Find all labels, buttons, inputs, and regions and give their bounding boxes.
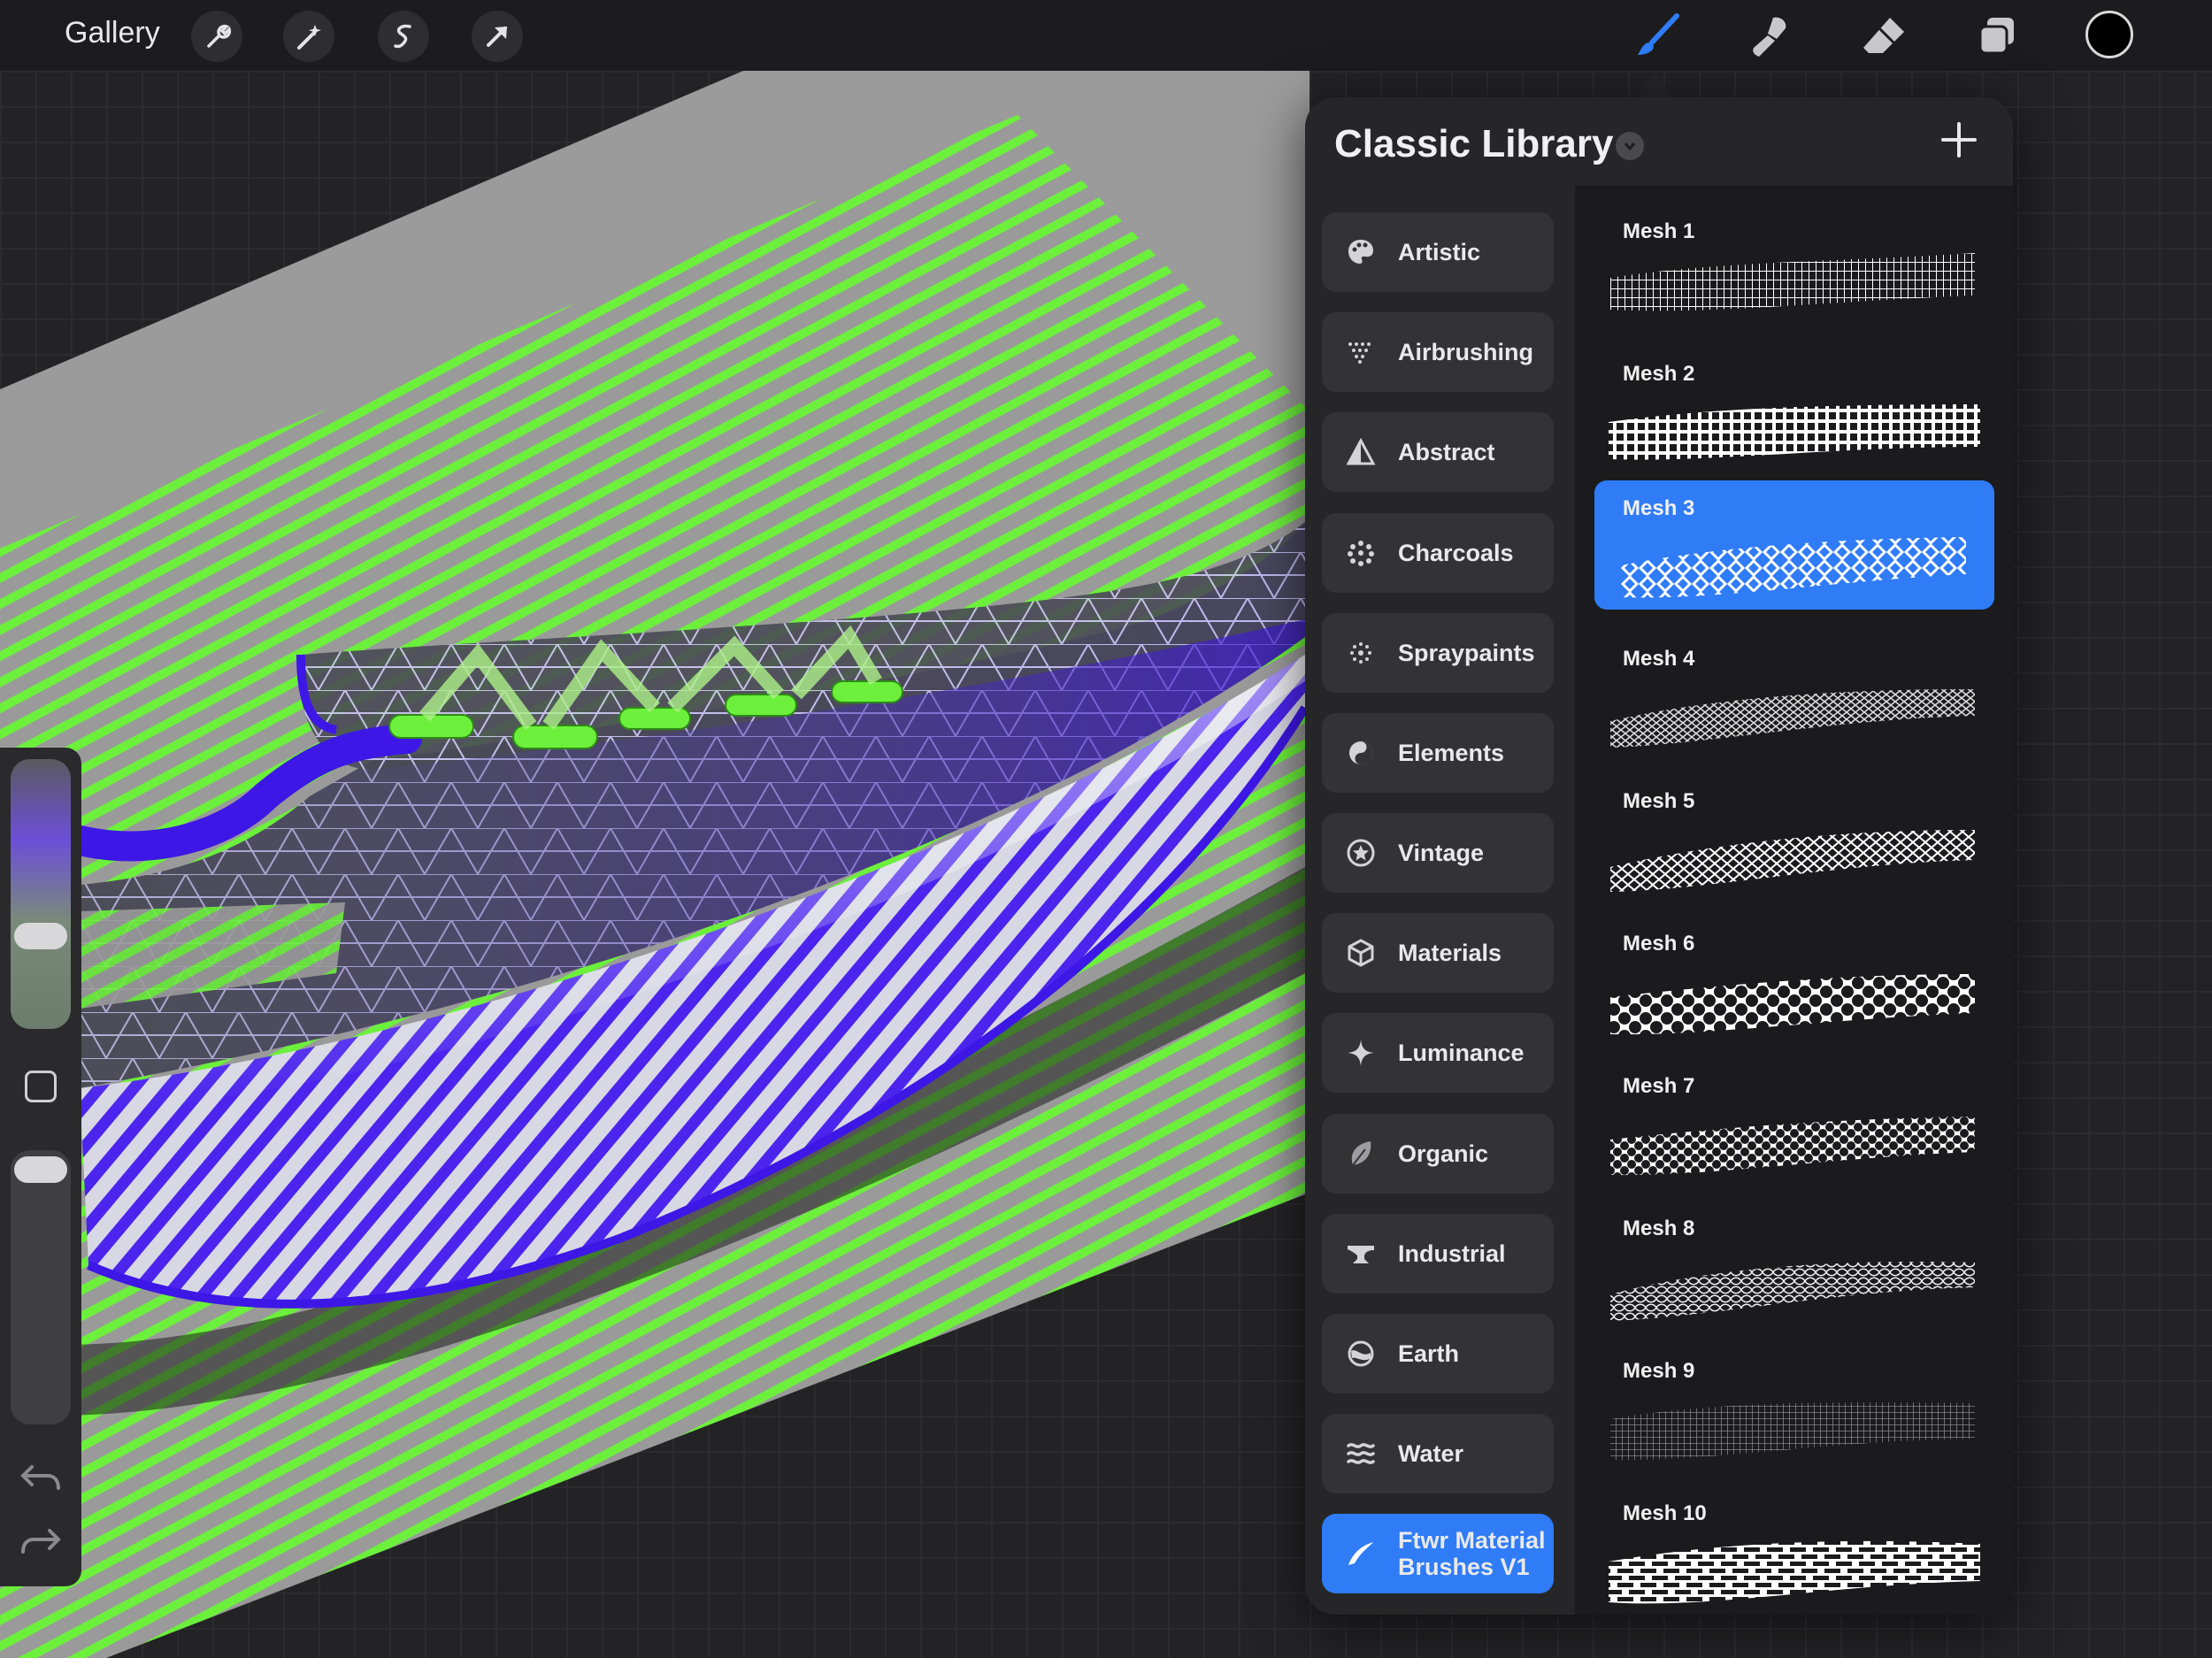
brush-set-abstract[interactable]: Abstract bbox=[1322, 412, 1554, 492]
panel-pointer bbox=[1635, 73, 1674, 97]
opacity-slider[interactable] bbox=[11, 1150, 71, 1424]
brush-sets-column bbox=[1305, 186, 1575, 1615]
redo-icon[interactable] bbox=[19, 1524, 62, 1559]
brush-set-artistic[interactable]: Artistic bbox=[1322, 212, 1554, 292]
move-arrow-icon[interactable] bbox=[472, 11, 523, 62]
brush-item[interactable]: Mesh 4 bbox=[1594, 631, 1994, 760]
chevron-down-icon[interactable] bbox=[1616, 132, 1644, 160]
layers-icon[interactable] bbox=[1971, 11, 2023, 62]
category-label: Airbrushing bbox=[1398, 339, 1533, 365]
palette-icon bbox=[1345, 236, 1377, 268]
category-label-line-2: Brushes V1 bbox=[1398, 1554, 1530, 1580]
star-badge-icon bbox=[1345, 837, 1377, 869]
brush-item[interactable]: Mesh 7 bbox=[1594, 1058, 1994, 1187]
color-swatch[interactable] bbox=[2085, 11, 2133, 58]
yin-yang-icon bbox=[1345, 737, 1377, 769]
modify-button[interactable] bbox=[25, 1071, 57, 1102]
brush-stroke-icon bbox=[1345, 1538, 1377, 1570]
brush-stroke-preview bbox=[1610, 1117, 1975, 1176]
cube-icon bbox=[1345, 937, 1377, 969]
gallery-button[interactable]: Gallery bbox=[65, 16, 160, 50]
brush-item[interactable]: Mesh 6 bbox=[1594, 916, 1994, 1045]
brush-size-slider[interactable] bbox=[11, 759, 71, 1029]
leaf-icon bbox=[1345, 1138, 1377, 1170]
brush-item[interactable]: Mesh 2 bbox=[1594, 346, 1994, 475]
earth-icon bbox=[1345, 1338, 1377, 1370]
category-label: Materials bbox=[1398, 940, 1502, 966]
brush-set-organic[interactable]: Organic bbox=[1322, 1114, 1554, 1194]
smudge-icon[interactable] bbox=[1745, 11, 1796, 62]
brush-stroke-preview bbox=[1610, 689, 1975, 748]
category-label: Water bbox=[1398, 1440, 1464, 1467]
brush-set-airbrushing[interactable]: Airbrushing bbox=[1322, 312, 1554, 392]
brush-item[interactable]: Mesh 9 bbox=[1594, 1343, 1994, 1472]
sparkle-icon bbox=[1345, 1037, 1377, 1069]
undo-icon[interactable] bbox=[19, 1460, 62, 1495]
brush-set-charcoals[interactable]: Charcoals bbox=[1322, 513, 1554, 593]
brush-icon[interactable] bbox=[1632, 11, 1684, 62]
category-label: Ftwr Material Brushes V1 bbox=[1398, 1527, 1546, 1580]
category-label: Abstract bbox=[1398, 439, 1495, 465]
opacity-thumb[interactable] bbox=[14, 1156, 67, 1183]
triangle-icon bbox=[1345, 436, 1377, 468]
brush-set-materials[interactable]: Materials bbox=[1322, 913, 1554, 993]
category-label: Spraypaints bbox=[1398, 640, 1535, 666]
brush-stroke-preview bbox=[1610, 830, 1975, 892]
eraser-icon[interactable] bbox=[1858, 11, 1909, 62]
category-label: Vintage bbox=[1398, 840, 1485, 866]
wrench-icon[interactable] bbox=[191, 11, 242, 62]
brush-item[interactable]: Mesh 8 bbox=[1594, 1201, 1994, 1330]
magic-wand-icon[interactable] bbox=[283, 11, 334, 62]
brush-item[interactable]: Mesh 5 bbox=[1594, 773, 1994, 902]
airbrush-icon bbox=[1345, 336, 1377, 368]
brush-set-ftwr-material[interactable]: Ftwr Material Brushes V1 bbox=[1322, 1514, 1554, 1593]
selection-icon[interactable] bbox=[378, 11, 429, 62]
category-label: Luminance bbox=[1398, 1040, 1525, 1066]
category-label: Charcoals bbox=[1398, 540, 1514, 566]
category-label: Earth bbox=[1398, 1340, 1460, 1367]
brush-set-water[interactable]: Water bbox=[1322, 1414, 1554, 1493]
panel-title[interactable]: Classic Library bbox=[1334, 122, 1614, 166]
brush-stroke-preview bbox=[1609, 1540, 1980, 1604]
brush-set-luminance[interactable]: Luminance bbox=[1322, 1013, 1554, 1093]
spray-icon bbox=[1345, 637, 1377, 669]
waves-icon bbox=[1345, 1438, 1377, 1470]
brush-stroke-preview bbox=[1610, 253, 1975, 311]
brush-stroke-preview bbox=[1610, 1262, 1975, 1321]
category-label: Organic bbox=[1398, 1140, 1489, 1167]
brush-stroke-preview bbox=[1621, 537, 1966, 598]
brush-size-thumb[interactable] bbox=[14, 923, 67, 949]
brush-stroke-preview bbox=[1609, 404, 1980, 460]
brush-stroke-preview bbox=[1610, 1402, 1975, 1461]
brush-stroke-preview bbox=[1610, 974, 1975, 1035]
brush-item[interactable]: Mesh 10 bbox=[1594, 1485, 1994, 1615]
category-label: Elements bbox=[1398, 740, 1505, 766]
brush-item-selected[interactable]: Mesh 3 bbox=[1594, 480, 1994, 610]
brush-set-industrial[interactable]: Industrial bbox=[1322, 1214, 1554, 1293]
brush-set-elements[interactable]: Elements bbox=[1322, 713, 1554, 793]
category-label: Industrial bbox=[1398, 1240, 1506, 1267]
category-label-line-1: Ftwr Material bbox=[1398, 1527, 1546, 1554]
brush-set-earth[interactable]: Earth bbox=[1322, 1314, 1554, 1393]
charcoal-icon bbox=[1345, 537, 1377, 569]
anvil-icon bbox=[1345, 1238, 1377, 1270]
brush-item[interactable]: Mesh 1 bbox=[1594, 203, 1994, 333]
category-label: Artistic bbox=[1398, 239, 1481, 265]
add-brush-icon[interactable] bbox=[1939, 120, 1978, 159]
brush-set-vintage[interactable]: Vintage bbox=[1322, 813, 1554, 893]
brush-set-spraypaints[interactable]: Spraypaints bbox=[1322, 613, 1554, 693]
